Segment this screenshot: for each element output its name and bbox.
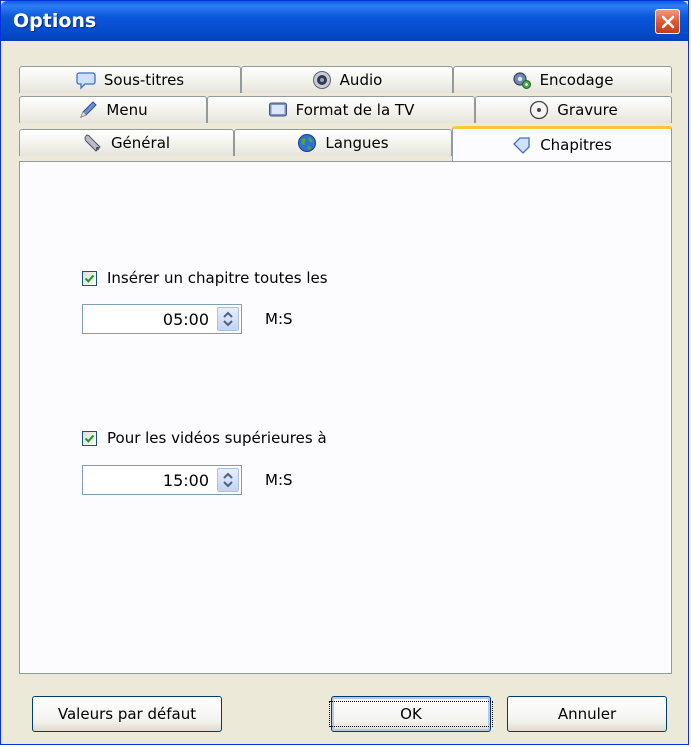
insert-chapter-row[interactable]: Insérer un chapitre toutes les (82, 269, 328, 287)
up-down-arrows-icon (223, 472, 233, 488)
insert-chapter-checkbox[interactable] (82, 270, 97, 286)
tab-encodage[interactable]: Encodage (453, 66, 672, 93)
title-bar[interactable]: Options (1, 1, 688, 41)
tv-screen-icon (268, 102, 287, 117)
window-title: Options (13, 10, 97, 32)
tab-label: Menu (106, 101, 148, 119)
checkmark-icon (84, 434, 95, 443)
wrench-icon (84, 134, 101, 152)
gears-icon (512, 72, 531, 89)
tab-audio[interactable]: Audio (241, 66, 453, 93)
tab-label: Audio (339, 71, 383, 89)
video-length-unit: M:S (265, 471, 293, 489)
defaults-button-label: Valeurs par défaut (57, 705, 197, 723)
ok-button-label: OK (329, 701, 493, 727)
close-icon (661, 15, 674, 28)
tab-label: Encodage (539, 71, 614, 89)
chapter-interval-spin-buttons[interactable] (217, 307, 239, 331)
cancel-button-label: Annuler (557, 705, 617, 723)
speaker-icon (312, 71, 331, 89)
speech-bubble-icon (76, 72, 96, 90)
checkmark-icon (84, 274, 95, 283)
videos-longer-label: Pour les vidéos supérieures à (107, 429, 327, 447)
tab-general[interactable]: Général (19, 129, 234, 156)
tab-menu[interactable]: Menu (19, 96, 207, 123)
video-length-spinner[interactable]: 15:00 (82, 465, 242, 495)
tab-langues[interactable]: Langues (234, 129, 452, 156)
up-down-arrows-icon (223, 311, 233, 327)
pen-icon (80, 101, 98, 118)
close-button[interactable] (655, 9, 680, 34)
tab-format-tv[interactable]: Format de la TV (207, 96, 475, 123)
chapter-interval-unit: M:S (265, 310, 293, 328)
video-length-spin-buttons[interactable] (217, 468, 239, 492)
videos-longer-checkbox[interactable] (82, 430, 97, 446)
cancel-button[interactable]: Annuler (507, 696, 667, 732)
defaults-button[interactable]: Valeurs par défaut (32, 696, 222, 732)
disc-icon (530, 100, 549, 120)
options-dialog: Options Sous-titres Audio Encodage Menu … (0, 0, 689, 745)
tab-label: Gravure (557, 101, 618, 119)
video-length-value[interactable]: 15:00 (163, 471, 209, 490)
tab-sous-titres[interactable]: Sous-titres (19, 66, 241, 93)
tab-chapitres[interactable]: Chapitres (452, 126, 672, 161)
chapter-interval-value[interactable]: 05:00 (163, 310, 209, 329)
globe-icon (298, 134, 317, 152)
chapter-interval-spinner[interactable]: 05:00 (82, 304, 242, 334)
chapitres-panel (19, 161, 672, 674)
tab-label: Format de la TV (295, 101, 415, 119)
tab-label: Langues (325, 134, 389, 152)
insert-chapter-label: Insérer un chapitre toutes les (107, 269, 328, 287)
videos-longer-row[interactable]: Pour les vidéos supérieures à (82, 429, 327, 447)
tag-icon (513, 137, 530, 154)
tab-label: Chapitres (540, 136, 612, 154)
tab-label: Sous-titres (103, 71, 185, 89)
tab-label: Général (110, 134, 171, 152)
ok-button[interactable]: OK (329, 696, 493, 732)
tab-gravure[interactable]: Gravure (475, 96, 672, 123)
